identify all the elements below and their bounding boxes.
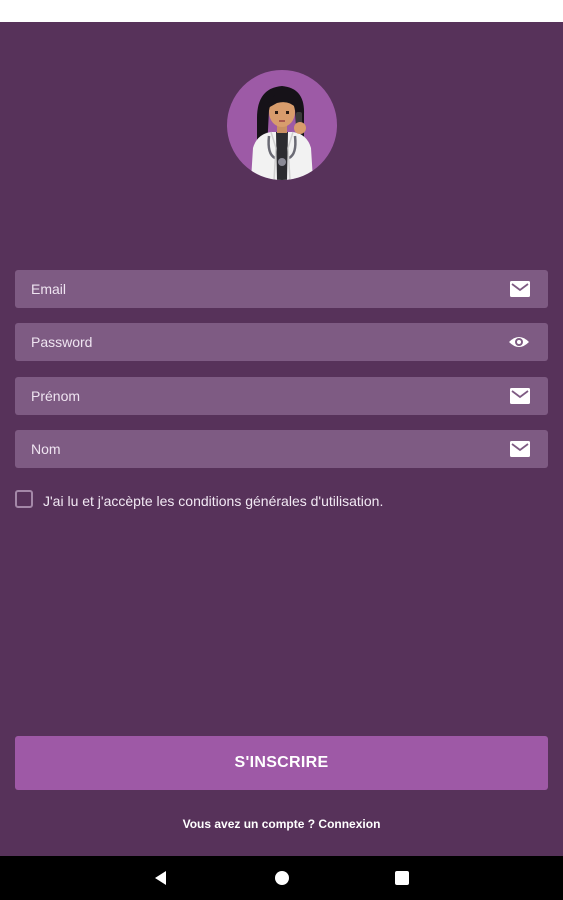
doctor-avatar bbox=[227, 70, 337, 180]
password-placeholder: Password bbox=[31, 334, 93, 350]
lastname-placeholder: Nom bbox=[31, 441, 61, 457]
login-prompt: Vous avez un compte ? Connexion bbox=[0, 817, 563, 831]
lastname-field[interactable]: Nom bbox=[15, 430, 548, 468]
back-icon[interactable] bbox=[151, 868, 171, 888]
android-nav-bar bbox=[0, 856, 563, 900]
mail-icon bbox=[510, 388, 530, 404]
recents-icon[interactable] bbox=[392, 868, 412, 888]
terms-checkbox[interactable] bbox=[15, 490, 33, 508]
password-field[interactable]: Password bbox=[15, 323, 548, 361]
eye-icon[interactable] bbox=[508, 333, 530, 351]
email-field[interactable]: Email bbox=[15, 270, 548, 308]
firstname-field[interactable]: Prénom bbox=[15, 377, 548, 415]
signup-button[interactable]: S'INSCRIRE bbox=[15, 736, 548, 790]
email-placeholder: Email bbox=[31, 281, 67, 297]
signup-screen: Email Password Prénom Nom J'ai lu et j'a… bbox=[0, 22, 563, 856]
mail-icon bbox=[510, 281, 530, 297]
doctor-illustration bbox=[251, 86, 313, 180]
firstname-placeholder: Prénom bbox=[31, 388, 81, 404]
status-bar bbox=[0, 0, 563, 22]
mail-icon bbox=[510, 441, 530, 457]
login-link[interactable]: Vous avez un compte ? Connexion bbox=[183, 817, 381, 831]
terms-label: J'ai lu et j'accèpte les conditions géné… bbox=[43, 493, 384, 509]
home-icon[interactable] bbox=[272, 868, 292, 888]
